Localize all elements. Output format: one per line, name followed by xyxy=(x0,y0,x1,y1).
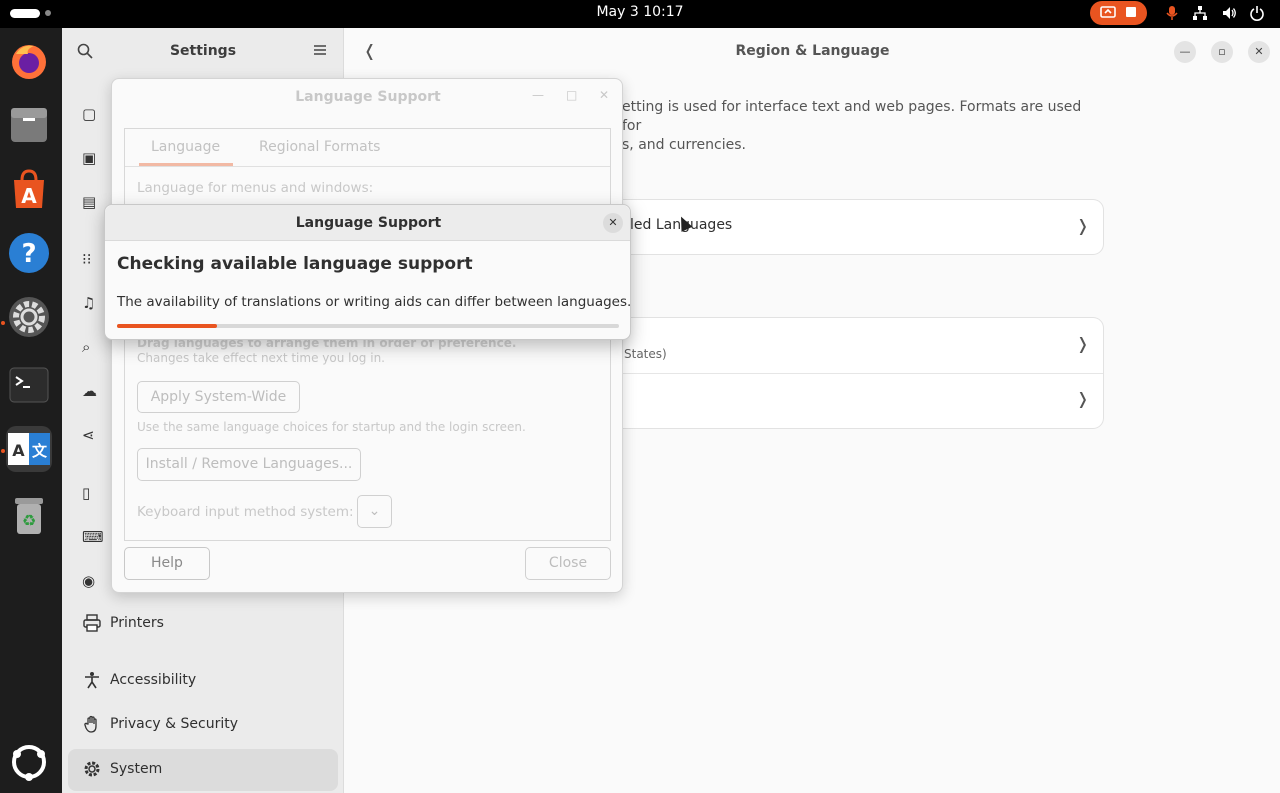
svg-text:文: 文 xyxy=(32,442,48,460)
close-dialog-button[interactable]: Close xyxy=(525,547,611,580)
close-window-button[interactable]: ✕ xyxy=(1248,41,1270,63)
terminal-icon[interactable] xyxy=(6,362,52,408)
description-line: s, and currencies. xyxy=(622,137,746,153)
settings-row[interactable]: ❭ xyxy=(562,374,1103,428)
apply-system-wide-button[interactable]: Apply System-Wide xyxy=(137,381,300,413)
svg-text:♻: ♻ xyxy=(22,511,36,530)
firefox-icon[interactable] xyxy=(6,38,52,84)
sidebar-item-accessibility[interactable]: Accessibility xyxy=(68,660,338,702)
window-title: Language Support xyxy=(295,89,441,105)
show-apps-icon[interactable] xyxy=(6,739,52,785)
keyboard-input-dropdown[interactable]: ⌄ xyxy=(357,495,392,528)
formats-row[interactable]: States) ❭ xyxy=(562,318,1103,373)
minimize-button[interactable]: — xyxy=(1174,41,1196,63)
power-icon[interactable] xyxy=(1249,5,1265,25)
top-bar: May 3 10:17 xyxy=(0,0,1280,28)
clock[interactable]: May 3 10:17 xyxy=(0,4,1280,20)
sidebar-item-label: System xyxy=(110,761,163,777)
sidebar-title: Settings xyxy=(169,43,237,59)
chevron-down-icon: ⌄ xyxy=(368,503,381,519)
svg-text:?: ? xyxy=(21,239,36,269)
microphone-icon[interactable] xyxy=(1165,5,1179,25)
network-icon[interactable] xyxy=(1192,5,1208,25)
sidebar-icon-partial: ▤ xyxy=(82,193,97,211)
system-gear-icon xyxy=(82,760,102,782)
tab-language[interactable]: Language xyxy=(151,139,220,155)
region-description: etting is used for interface text and we… xyxy=(622,98,1092,155)
hamburger-menu-icon[interactable] xyxy=(313,43,327,61)
chevron-right-icon: ❭ xyxy=(1076,216,1090,235)
formats-card: States) ❭ ❭ xyxy=(562,318,1103,428)
sidebar-icon-partial: ▢ xyxy=(82,105,97,123)
svg-text:A: A xyxy=(12,441,25,460)
share-icon: ⋖ xyxy=(82,426,95,444)
sidebar-item-label: Printers xyxy=(110,615,164,631)
close-icon[interactable]: ✕ xyxy=(603,213,623,233)
hand-icon xyxy=(82,715,102,737)
apply-hint: Use the same language choices for startu… xyxy=(137,420,526,434)
sidebar-header: Settings xyxy=(62,28,344,74)
maximize-button[interactable]: □ xyxy=(566,88,577,102)
language-support-icon[interactable]: A文 xyxy=(6,426,52,472)
sidebar-item-system[interactable]: System xyxy=(68,749,338,791)
tab-regional-formats[interactable]: Regional Formats xyxy=(259,139,380,155)
checking-language-support-dialog: Language Support ✕ Checking available la… xyxy=(104,204,631,340)
stop-recording-icon xyxy=(1124,4,1138,24)
svg-text:A: A xyxy=(21,184,37,208)
printer-icon xyxy=(82,614,102,636)
apps-grid-icon: ⁝⁝ xyxy=(82,250,92,268)
chevron-right-icon: ❭ xyxy=(1076,334,1090,353)
changes-hint: Changes take effect next time you log in… xyxy=(137,351,385,365)
install-remove-languages-button[interactable]: Install / Remove Languages... xyxy=(137,448,361,481)
sidebar-item-label: Accessibility xyxy=(110,672,197,688)
volume-icon[interactable] xyxy=(1221,5,1237,25)
maximize-button[interactable]: ▫ xyxy=(1211,41,1233,63)
row-sublabel: States) xyxy=(624,347,667,361)
bell-icon: ♫ xyxy=(82,294,96,312)
screen-recording-indicator[interactable] xyxy=(1090,1,1147,25)
minimize-button[interactable]: — xyxy=(532,88,544,102)
progress-bar-fill xyxy=(117,324,218,328)
mouse-icon: ▯ xyxy=(82,484,91,502)
sidebar-item-label: Privacy & Security xyxy=(110,716,238,732)
main-header: ❬ Region & Language — ▫ ✕ xyxy=(345,28,1280,74)
menus-label: Language for menus and windows: xyxy=(137,180,374,196)
keyboard-input-label: Keyboard input method system: xyxy=(137,504,354,520)
keyboard-icon: ⌨ xyxy=(82,528,104,546)
help-icon[interactable]: ? xyxy=(6,230,52,276)
color-icon: ◉ xyxy=(82,572,96,590)
sidebar-item-privacy-security[interactable]: Privacy & Security xyxy=(68,704,338,746)
page-title: Region & Language xyxy=(735,43,890,59)
chevron-right-icon: ❭ xyxy=(1076,389,1090,408)
trash-icon[interactable]: ♻ xyxy=(6,492,52,538)
cloud-icon: ☁ xyxy=(82,382,97,400)
dialog-title: Language Support xyxy=(295,215,442,231)
description-line: etting is used for interface text and we… xyxy=(622,99,1082,134)
dialog-heading: Checking available language support xyxy=(117,254,473,274)
manage-languages-row[interactable]: led Languages ❭ xyxy=(562,200,1103,254)
close-button[interactable]: ✕ xyxy=(599,88,609,102)
screen-share-icon xyxy=(1100,4,1116,24)
divider xyxy=(125,166,610,167)
sidebar-item-printers[interactable]: Printers xyxy=(68,603,338,645)
help-button[interactable]: Help xyxy=(124,547,210,580)
accessibility-icon xyxy=(82,671,102,693)
running-indicator xyxy=(1,321,5,325)
files-icon[interactable] xyxy=(6,102,52,148)
sidebar-icon-partial: ▣ xyxy=(82,149,97,167)
app-center-icon[interactable]: A xyxy=(6,166,52,212)
progress-bar xyxy=(117,324,619,328)
settings-icon[interactable] xyxy=(6,294,52,340)
running-indicator xyxy=(1,449,5,453)
dock: A ? A文 ♻ xyxy=(0,28,62,793)
dialog-body: The availability of translations or writ… xyxy=(117,294,632,310)
search-sidebar-icon: ⌕ xyxy=(82,338,91,356)
